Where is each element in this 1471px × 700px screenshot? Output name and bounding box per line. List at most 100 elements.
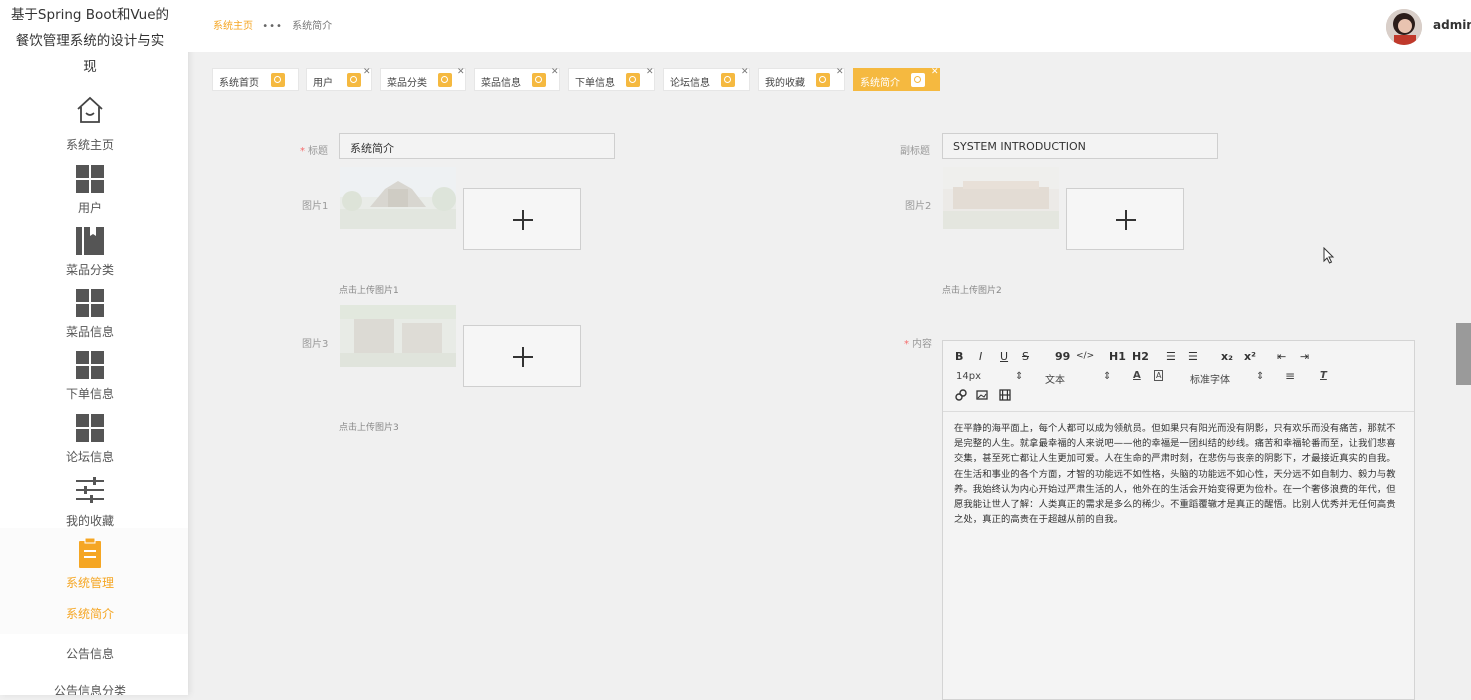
sidebar-subitem-system-intro[interactable]: 系统简介 (0, 605, 180, 622)
image3-upload-button[interactable] (463, 325, 581, 387)
sidebar-item-system-management[interactable]: 系统管理 (0, 538, 180, 598)
subtitle-input[interactable]: SYSTEM INTRODUCTION (942, 133, 1218, 159)
sidebar-item-label: 菜品信息 (65, 325, 114, 339)
sidebar-item-user[interactable]: 用户 (0, 164, 180, 224)
image2-upload-button[interactable] (1066, 188, 1184, 250)
image3-label: 图片3 (302, 339, 329, 350)
editor-toolbar: B I U S 99 </> H1 H2 ☰ ☰ x₂ x² ⇤ ⇥ 14px … (943, 341, 1414, 412)
image1-upload-button[interactable] (463, 188, 581, 250)
breadcrumb-separator: ••• (262, 21, 283, 32)
background-color-icon[interactable]: A (1154, 370, 1164, 381)
app-title: 基于Spring Boot和Vue的 餐饮管理系统的设计与实 现 (0, 2, 180, 80)
tab-refresh-icon[interactable] (347, 73, 361, 87)
tab-refresh-icon[interactable] (271, 73, 285, 87)
image2-thumbnail[interactable] (943, 167, 1059, 229)
sidebar-item-label: 系统管理 (65, 576, 114, 590)
superscript-button[interactable]: x² (1244, 350, 1256, 363)
tab-close-icon[interactable]: ✕ (836, 67, 844, 77)
tab-label: 下单信息 (575, 78, 615, 89)
app-title-line-2: 餐饮管理系统的设计与实 (15, 33, 165, 49)
grid-icon (75, 350, 105, 380)
tab-label: 系统首页 (219, 78, 259, 89)
outdent-button[interactable]: ⇤ (1277, 350, 1286, 363)
align-icon[interactable]: ≡ (1285, 369, 1295, 383)
sidebar-subitem-announcement[interactable]: 公告信息 (0, 645, 180, 662)
tab-system-home[interactable]: 系统首页 (212, 68, 299, 91)
breadcrumb-home[interactable]: 系统主页 (213, 21, 253, 32)
tab-refresh-icon[interactable] (438, 73, 452, 87)
tab-close-icon[interactable]: ✕ (457, 67, 465, 77)
tab-user[interactable]: 用户 ✕ (306, 67, 372, 91)
image3-hint: 点击上传图片3 (339, 423, 399, 433)
blockquote-button[interactable]: 99 (1055, 350, 1070, 363)
sidebar-item-dish-info[interactable]: 菜品信息 (0, 288, 180, 348)
tab-label: 系统简介 (860, 78, 900, 89)
content-label: * 内容 (904, 335, 932, 350)
font-family-select-arrow-icon: ⇕ (1256, 371, 1265, 382)
sidebar-item-order-info[interactable]: 下单信息 (0, 350, 180, 410)
image2-label: 图片2 (905, 201, 932, 212)
editor-content[interactable]: 在平静的海平面上，每个人都可以成为领航员。但如果只有阳光而没有阴影，只有欢乐而没… (954, 421, 1400, 527)
font-color-icon[interactable]: A (1133, 370, 1141, 381)
strike-button[interactable]: S (1022, 350, 1029, 363)
sidebar-item-forum[interactable]: 论坛信息 (0, 413, 180, 473)
sidebar-item-label: 菜品分类 (65, 263, 114, 277)
tab-forum-info[interactable]: 论坛信息 ✕ (663, 67, 750, 91)
font-family-select[interactable]: 标准字体 (1190, 371, 1230, 386)
tab-close-icon[interactable]: ✕ (363, 67, 371, 77)
image3-thumbnail[interactable] (340, 305, 456, 367)
tab-refresh-icon[interactable] (816, 73, 830, 87)
tab-label: 用户 (313, 78, 333, 89)
tab-refresh-icon[interactable] (626, 73, 640, 87)
indent-button[interactable]: ⇥ (1300, 350, 1309, 363)
underline-button[interactable]: U (1000, 350, 1008, 363)
clear-format-icon[interactable]: T (1320, 370, 1327, 381)
title-input[interactable]: 系统简介 (339, 133, 615, 159)
subscript-button[interactable]: x₂ (1221, 350, 1233, 363)
ordered-list-button[interactable]: ☰ (1166, 350, 1176, 363)
tab-refresh-icon[interactable] (911, 73, 925, 87)
tab-close-icon[interactable]: ✕ (646, 67, 654, 77)
sidebar-item-dish-category[interactable]: 菜品分类 (0, 226, 180, 286)
tab-close-icon[interactable]: ✕ (931, 67, 939, 77)
avatar[interactable] (1386, 9, 1422, 45)
italic-button[interactable]: I (979, 350, 982, 363)
font-size-select-arrow-icon: ⇕ (1015, 371, 1024, 382)
tab-label: 论坛信息 (670, 78, 710, 89)
rich-text-editor[interactable]: B I U S 99 </> H1 H2 ☰ ☰ x₂ x² ⇤ ⇥ 14px … (942, 340, 1415, 700)
sidebar-item-favorites[interactable]: 我的收藏 (0, 475, 180, 535)
tab-dish-info[interactable]: 菜品信息 ✕ (474, 67, 560, 91)
code-block-button[interactable]: </> (1076, 351, 1094, 361)
image1-thumbnail[interactable] (340, 167, 456, 229)
avatar-image (1386, 9, 1422, 45)
text-style-select[interactable]: 文本 (1045, 371, 1065, 386)
required-mark: * (904, 339, 909, 350)
plus-icon-vertical (1125, 210, 1127, 230)
link-icon[interactable] (955, 389, 967, 401)
tab-label: 菜品信息 (481, 78, 521, 89)
image1-preview (340, 167, 456, 229)
sidebar-item-label: 论坛信息 (65, 450, 114, 464)
tab-refresh-icon[interactable] (532, 73, 546, 87)
content-label-text: 内容 (912, 339, 932, 350)
sidebar-item-home[interactable]: 系统主页 (0, 94, 180, 154)
tab-system-intro[interactable]: 系统简介 ✕ (853, 67, 940, 91)
username[interactable]: admin (1433, 18, 1471, 32)
video-icon[interactable] (999, 389, 1011, 401)
sidebar-subitem-announcement-category[interactable]: 公告信息分类 (0, 682, 180, 695)
image-icon[interactable] (976, 389, 988, 401)
tab-order-info[interactable]: 下单信息 ✕ (568, 67, 655, 91)
tab-my-favorites[interactable]: 我的收藏 ✕ (758, 67, 845, 91)
tab-close-icon[interactable]: ✕ (741, 67, 749, 77)
heading1-button[interactable]: H1 (1109, 350, 1126, 363)
text-style-select-arrow-icon: ⇕ (1103, 371, 1112, 382)
page-scrollbar-thumb[interactable] (1456, 323, 1471, 385)
font-size-select[interactable]: 14px (956, 371, 981, 382)
bold-button[interactable]: B (955, 350, 963, 363)
heading2-button[interactable]: H2 (1132, 350, 1149, 363)
tab-refresh-icon[interactable] (721, 73, 735, 87)
tab-dish-category[interactable]: 菜品分类 ✕ (380, 67, 466, 91)
bullet-list-button[interactable]: ☰ (1188, 350, 1198, 363)
tab-close-icon[interactable]: ✕ (551, 67, 559, 77)
breadcrumb-current: 系统简介 (292, 21, 333, 32)
